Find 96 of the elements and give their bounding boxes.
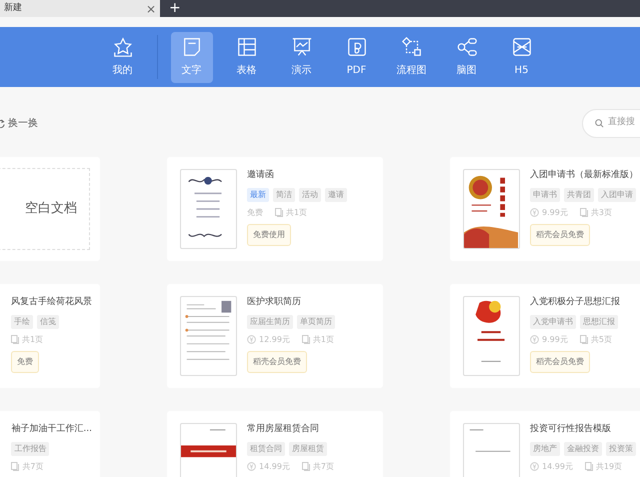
card-title: 邀请函: [247, 169, 275, 182]
tag[interactable]: 信笺: [37, 314, 59, 328]
template-card[interactable]: 邀请函 最新 简洁 活动 邀请 免费 共1页 免费使用: [167, 157, 383, 261]
shuffle-link[interactable]: 换一换: [8, 116, 38, 130]
toolbar-tab[interactable]: 演示: [280, 32, 322, 82]
page-count: 共19页: [596, 460, 622, 472]
card-title: 空白文档: [25, 200, 77, 218]
coin-icon: [247, 462, 256, 471]
tag[interactable]: 手绘: [11, 314, 33, 328]
card-title: 医护求职简历: [247, 296, 302, 309]
page-count: 共1页: [312, 334, 334, 346]
card-title: 投资可行性报告模版: [530, 423, 612, 436]
close-tab-button[interactable]: ×: [146, 2, 156, 14]
pages-icon: [580, 208, 588, 217]
tag[interactable]: 房屋租赁: [289, 442, 327, 456]
card-title: 袖子加油干工作汇...: [11, 423, 92, 436]
tag[interactable]: 入团申请: [598, 188, 636, 202]
new-tab-button[interactable]: +: [160, 0, 190, 17]
price-text: 9.99元: [542, 206, 568, 218]
page-count: 共3页: [590, 206, 612, 218]
page-count: 共7页: [22, 460, 44, 472]
pages-icon: [580, 335, 588, 344]
page-count: 共1页: [22, 334, 44, 346]
tag[interactable]: 思想汇报: [580, 314, 618, 328]
toolbar-tab[interactable]: 我的: [102, 32, 144, 82]
tab-title: 新建: [4, 2, 22, 15]
template-thumbnail[interactable]: [463, 296, 520, 376]
flowchart-icon: [400, 36, 422, 58]
browser-tab[interactable]: 新建 ×: [0, 0, 160, 17]
pages-icon: [302, 335, 310, 344]
tag[interactable]: 活动: [299, 188, 321, 202]
use-template-button[interactable]: 稻壳会员免费: [530, 224, 590, 246]
use-template-button[interactable]: 稻壳会员免费: [530, 350, 590, 372]
tag[interactable]: 租赁合同: [247, 442, 285, 456]
mind-map-icon: [456, 36, 478, 58]
price-text: 9.99元: [542, 334, 568, 346]
pages-icon: [584, 462, 593, 471]
coin-icon: [530, 335, 539, 344]
tag[interactable]: 最新: [247, 188, 269, 202]
tag[interactable]: 申请书: [530, 188, 560, 202]
tag[interactable]: 简洁: [273, 188, 295, 202]
tag[interactable]: 单页简历: [297, 314, 335, 328]
search-icon: [595, 118, 604, 128]
tag[interactable]: 投资策: [606, 442, 636, 456]
pages-icon: [275, 208, 283, 217]
tag[interactable]: 工作报告: [11, 442, 50, 456]
coin-icon: [530, 208, 539, 217]
search-input[interactable]: 直接搜: [608, 116, 640, 130]
template-card[interactable]: 投资可行性报告模版 房地产 金融投资 投资策 14.99元 共19页: [450, 411, 640, 477]
card-title: 常用房屋租赁合同: [247, 423, 320, 436]
tag[interactable]: 金融投资: [564, 442, 602, 456]
toolbar-tab[interactable]: 表格: [226, 32, 268, 82]
pages-icon: [11, 335, 19, 344]
tag[interactable]: 应届生简历: [247, 314, 293, 328]
price-text: 12.99元: [259, 334, 290, 346]
use-template-button[interactable]: 免费使用: [247, 224, 291, 246]
card-title: 入团申请书（最新标准版）: [530, 169, 638, 182]
template-thumbnail[interactable]: [180, 169, 237, 249]
tag[interactable]: 共青团: [564, 188, 594, 202]
template-card[interactable]: 入党积极分子思想汇报 入党申请书 思想汇报 9.99元 共5页 稻壳会员免费: [450, 284, 640, 388]
toolbar-tab[interactable]: PDF: [336, 32, 378, 82]
template-thumbnail[interactable]: [463, 169, 520, 249]
price-text: 免费: [247, 206, 263, 218]
template-card[interactable]: 风复古手绘荷花风景 手绘 信笺 共1页 免费: [0, 284, 100, 388]
price-text: 14.99元: [259, 460, 290, 472]
price-text: 14.99元: [542, 460, 573, 472]
toolbar-tab[interactable]: 脑图: [446, 32, 488, 82]
template-card[interactable]: 袖子加油干工作汇... 工作报告 共7页: [0, 411, 100, 477]
card-title: 风复古手绘荷花风景: [11, 296, 92, 309]
presentation-icon: [290, 36, 312, 58]
pages-icon: [302, 462, 310, 471]
tag[interactable]: 邀请: [325, 188, 347, 202]
tag[interactable]: 入党申请书: [530, 314, 576, 328]
template-card[interactable]: 医护求职简历 应届生简历 单页简历 12.99元 共1页 稻壳会员免费: [167, 284, 383, 388]
page-count: 共7页: [312, 460, 334, 472]
pages-icon: [11, 462, 20, 471]
card-title: 入党积极分子思想汇报: [530, 296, 620, 309]
use-template-button[interactable]: 稻壳会员免费: [247, 350, 307, 372]
star-icon: [112, 36, 134, 58]
h5-icon: [510, 36, 532, 58]
blank-document-card[interactable]: 空白文档: [0, 168, 90, 250]
template-card[interactable]: 常用房屋租赁合同 租赁合同 房屋租赁 14.99元 共7页: [167, 411, 383, 477]
search-field[interactable]: 直接搜: [582, 108, 640, 138]
coin-icon: [247, 335, 256, 344]
template-thumbnail[interactable]: [180, 296, 237, 376]
coin-icon: [530, 462, 539, 471]
page-count: 共1页: [286, 206, 308, 218]
tag[interactable]: 房地产: [530, 442, 560, 456]
toolbar-tab[interactable]: 文字: [170, 32, 212, 82]
use-template-button[interactable]: 免费: [11, 350, 39, 372]
page-count: 共5页: [590, 334, 612, 346]
pdf-icon: [346, 36, 368, 58]
template-card[interactable]: 入团申请书（最新标准版） 申请书 共青团 入团申请 9.99元 共3页 稻壳会员免费: [450, 157, 640, 261]
toolbar-tab[interactable]: 流程图: [390, 32, 432, 82]
table-icon: [236, 36, 258, 58]
toolbar-tab[interactable]: H5: [500, 32, 542, 82]
